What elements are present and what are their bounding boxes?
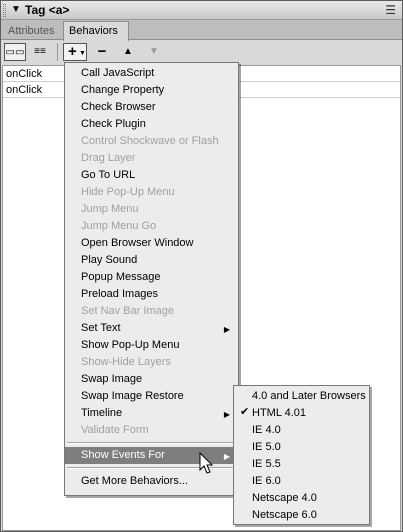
- tab-behaviors[interactable]: Behaviors: [63, 21, 129, 41]
- menu-item-control-shockwave: Control Shockwave or Flash: [81, 135, 219, 147]
- menu-item-show-hide-layers: Show-Hide Layers: [81, 356, 171, 368]
- show-set-events-icon[interactable]: ▭▭: [4, 43, 26, 61]
- plus-icon: +: [68, 43, 77, 60]
- menu-item-set-nav-bar-image: Set Nav Bar Image: [81, 305, 174, 317]
- menu-item-set-text[interactable]: Set Text ▶: [65, 320, 238, 337]
- submenu-arrow-icon: ▶: [223, 452, 230, 461]
- add-behavior-menu: Call JavaScript Change Property Check Br…: [64, 62, 239, 496]
- menu-item-check-browser[interactable]: Check Browser: [65, 99, 238, 116]
- toolbar-divider: [57, 43, 58, 61]
- triangle-down-icon[interactable]: ▼: [11, 5, 21, 15]
- menu-item-popup-message[interactable]: Popup Message: [65, 269, 238, 286]
- menu-item-validate-form: Validate Form: [81, 424, 149, 436]
- chevron-down-icon: ▼: [79, 50, 86, 57]
- tab-bar: Attributes Behaviors: [1, 20, 402, 41]
- event-name: onClick: [6, 84, 43, 96]
- show-events-submenu: 4.0 and Later Browsers ✔ HTML 4.01 IE 4.…: [233, 385, 370, 525]
- submenu-item-netscape-40[interactable]: Netscape 4.0: [234, 490, 369, 507]
- menu-item-hide-popup-menu: Hide Pop-Up Menu: [81, 186, 175, 198]
- menu-item-jump-menu: Jump Menu: [81, 203, 139, 215]
- submenu-item-4-and-later[interactable]: 4.0 and Later Browsers: [234, 388, 369, 405]
- submenu-item-ie-40[interactable]: IE 4.0: [234, 422, 369, 439]
- menu-item-check-plugin[interactable]: Check Plugin: [65, 116, 238, 133]
- menu-item-swap-image[interactable]: Swap Image: [65, 371, 238, 388]
- submenu-item-netscape-60[interactable]: Netscape 6.0: [234, 507, 369, 524]
- submenu-item-html-401[interactable]: ✔ HTML 4.01: [234, 405, 369, 422]
- remove-behavior-button[interactable]: −: [93, 43, 111, 61]
- menu-item-drag-layer: Drag Layer: [81, 152, 136, 164]
- submenu-arrow-icon: ▶: [223, 410, 230, 419]
- show-all-events-icon[interactable]: ≡≡: [29, 43, 51, 61]
- menu-item-label: Timeline: [81, 407, 123, 419]
- menu-separator: [67, 442, 236, 444]
- menu-item-call-javascript[interactable]: Call JavaScript: [65, 65, 238, 82]
- submenu-item-ie-60[interactable]: IE 6.0: [234, 473, 369, 490]
- menu-item-go-to-url[interactable]: Go To URL: [65, 167, 238, 184]
- mouse-pointer-icon: [199, 452, 214, 474]
- menu-item-jump-menu-go: Jump Menu Go: [81, 220, 157, 232]
- submenu-item-ie-50[interactable]: IE 5.0: [234, 439, 369, 456]
- menu-item-label: Set Text: [81, 322, 121, 334]
- menu-item-change-property[interactable]: Change Property: [65, 82, 238, 99]
- event-name: onClick: [6, 68, 43, 80]
- menu-item-show-popup-menu[interactable]: Show Pop-Up Menu: [65, 337, 238, 354]
- menu-item-swap-image-restore[interactable]: Swap Image Restore: [65, 388, 238, 405]
- submenu-item-label: HTML 4.01: [252, 407, 307, 419]
- menu-item-label: Show Events For: [81, 449, 165, 461]
- submenu-arrow-icon: ▶: [223, 325, 230, 334]
- menu-item-open-browser-window[interactable]: Open Browser Window: [65, 235, 238, 252]
- behaviors-toolbar: ▭▭ ≡≡ + ▼ − ▲ ▼: [1, 41, 402, 63]
- move-up-button[interactable]: ▲: [119, 43, 137, 61]
- checkmark-icon: ✔: [240, 406, 250, 418]
- drag-grip-icon[interactable]: [3, 4, 6, 17]
- panel-titlebar[interactable]: ▼ Tag <a> ☰: [1, 1, 402, 20]
- add-behavior-button[interactable]: + ▼: [63, 43, 87, 61]
- panel-options-icon[interactable]: ☰: [385, 3, 396, 17]
- tab-attributes[interactable]: Attributes: [3, 22, 61, 41]
- menu-item-play-sound[interactable]: Play Sound: [65, 252, 238, 269]
- menu-item-preload-images[interactable]: Preload Images: [65, 286, 238, 303]
- submenu-item-ie-55[interactable]: IE 5.5: [234, 456, 369, 473]
- menu-item-timeline[interactable]: Timeline ▶: [65, 405, 238, 422]
- panel-title: Tag <a>: [25, 3, 70, 17]
- move-down-button[interactable]: ▼: [145, 43, 163, 61]
